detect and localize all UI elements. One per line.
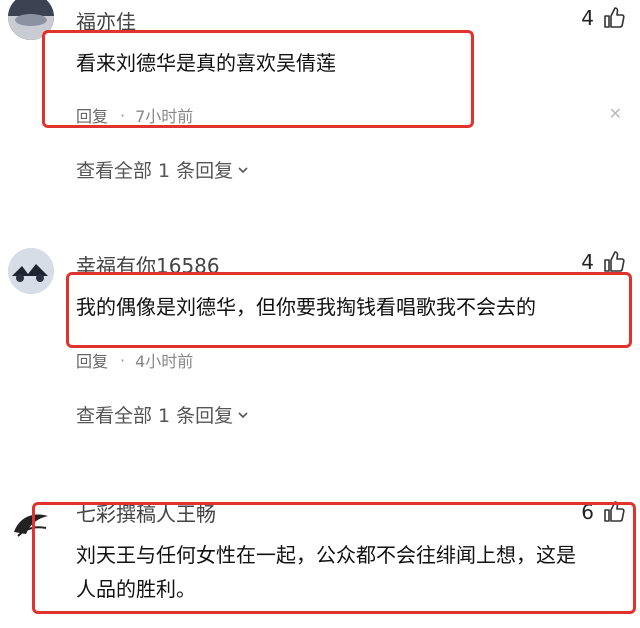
thumbs-up-icon[interactable] <box>602 6 626 30</box>
timestamp: 4小时前 <box>135 352 194 371</box>
like-count: 6 <box>581 500 594 524</box>
chevron-down-icon <box>237 164 249 176</box>
meta-separator: · <box>120 105 126 125</box>
view-replies-label: 查看全部 1 条回复 <box>76 160 234 182</box>
view-replies-button[interactable]: 查看全部 1 条回复 <box>76 401 249 428</box>
avatar-image <box>8 0 54 40</box>
chevron-down-icon <box>237 409 249 421</box>
comment-text-line-1: 刘天王与任何女性在一起，公众都不会往绯闻上想，这是 <box>76 543 576 567</box>
comment-meta: 回复 · 4小时前 <box>76 348 193 372</box>
like-group[interactable]: 4 <box>581 6 626 30</box>
avatar-image <box>8 248 54 294</box>
like-count: 4 <box>581 250 594 274</box>
like-count: 4 <box>581 6 594 30</box>
avatar[interactable] <box>8 0 54 40</box>
like-group[interactable]: 4 <box>581 250 626 274</box>
avatar[interactable] <box>8 502 54 548</box>
meta-separator: · <box>120 350 126 370</box>
username[interactable]: 幸福有你16586 <box>76 250 220 279</box>
reply-button[interactable]: 回复 <box>76 103 108 127</box>
reply-button[interactable]: 回复 <box>76 348 108 372</box>
comment-meta: 回复 · 7小时前 <box>76 103 193 127</box>
comment-text-line-2: 人品的胜利。 <box>76 577 196 601</box>
close-icon[interactable]: ✕ <box>609 104 622 123</box>
username[interactable]: 福亦佳 <box>76 6 136 35</box>
view-replies-label: 查看全部 1 条回复 <box>76 405 234 427</box>
thumbs-up-icon[interactable] <box>602 250 626 274</box>
avatar-image <box>8 502 54 548</box>
comment-text: 看来刘德华是真的喜欢吴倩莲 <box>76 51 336 75</box>
view-replies-button[interactable]: 查看全部 1 条回复 <box>76 156 249 183</box>
thumbs-up-icon[interactable] <box>602 500 626 524</box>
comment-text: 我的偶像是刘德华，但你要我掏钱看唱歌我不会去的 <box>76 295 536 319</box>
avatar[interactable] <box>8 248 54 294</box>
username[interactable]: 七彩撰稿人王畅 <box>76 498 216 527</box>
like-group[interactable]: 6 <box>581 500 626 524</box>
timestamp: 7小时前 <box>135 107 194 126</box>
